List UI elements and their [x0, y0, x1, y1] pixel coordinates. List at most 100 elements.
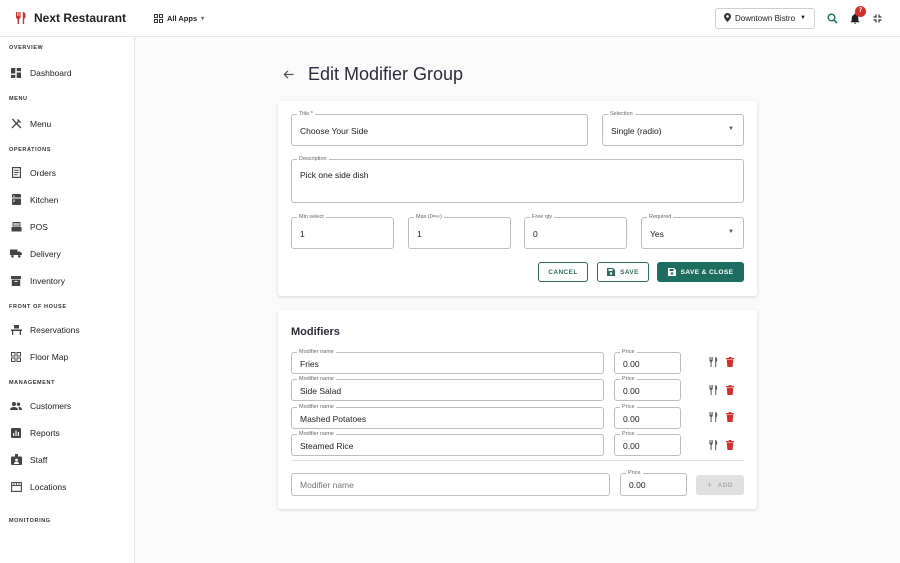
sidebar-item-floor-map[interactable]: Floor Map [0, 343, 134, 370]
modifier-price-field[interactable]: Price 0.00 [614, 376, 681, 401]
free-qty-field[interactable]: Free qty 0 [524, 214, 627, 249]
ingredients-icon[interactable] [709, 440, 718, 450]
sidebar-item-label: Locations [30, 481, 67, 492]
sidebar-item-orders[interactable]: Orders [0, 159, 134, 186]
ingredients-icon[interactable] [709, 412, 718, 422]
sidebar-item-label: Staff [30, 454, 48, 465]
sidebar-item-kitchen[interactable]: Kitchen [0, 186, 134, 213]
sidebar-item-menu[interactable]: Menu [0, 110, 134, 137]
sidebar-item-dashboard[interactable]: Dashboard [0, 59, 134, 86]
sidebar-item-locations[interactable]: Locations [0, 473, 134, 500]
cancel-button[interactable]: CANCEL [538, 262, 588, 282]
sidebar-item-label: Customers [30, 400, 72, 411]
all-apps-label: All Apps [167, 13, 198, 23]
page-header: Edit Modifier Group [283, 64, 463, 85]
app-name: Next Restaurant [34, 11, 127, 25]
modifier-name-field[interactable]: Modifier name Steamed Rice [291, 431, 604, 456]
all-apps-menu[interactable]: All Apps ▾ [154, 13, 205, 23]
modifier-name-field[interactable]: Modifier name Fries [291, 349, 604, 374]
modifier-price-field[interactable]: Price 0.00 [614, 404, 681, 429]
modifier-price-value: 0.00 [623, 414, 640, 424]
required-select[interactable]: Required Yes ▼ [641, 214, 744, 249]
section-title-overview: OVERVIEW [9, 45, 44, 51]
max-select-value: 1 [417, 229, 422, 239]
new-modifier-placeholder: Modifier name [300, 480, 354, 490]
modifier-name-value: Steamed Rice [300, 441, 354, 451]
dashboard-icon [10, 67, 22, 79]
ingredients-icon[interactable] [709, 357, 718, 367]
max-select-field[interactable]: Max (0=∞) 1 [408, 214, 511, 249]
apps-grid-icon [154, 13, 163, 23]
back-arrow-icon[interactable] [283, 68, 294, 82]
modifier-name-label: Modifier name [297, 349, 336, 356]
add-modifier-button[interactable]: + ADD [696, 475, 744, 495]
title-field-value: Choose Your Side [300, 126, 369, 136]
search-icon[interactable] [827, 13, 838, 24]
modifier-name-field[interactable]: Modifier name Mashed Potatoes [291, 404, 604, 429]
save-button-label: SAVE [620, 268, 639, 276]
caret-down-icon: ▼ [728, 229, 734, 235]
new-modifier-price-input[interactable]: Price 0.00 [620, 470, 687, 496]
collapse-icon[interactable] [873, 14, 882, 23]
modifier-price-value: 0.00 [623, 386, 640, 396]
plus-icon: + [707, 480, 713, 490]
sidebar-item-pos[interactable]: POS [0, 213, 134, 240]
notifications-button[interactable]: 7 [850, 5, 866, 24]
free-qty-value: 0 [533, 229, 538, 239]
selection-value: Single (radio) [611, 126, 662, 136]
sidebar-item-label: Menu [30, 118, 52, 129]
delete-icon[interactable] [726, 440, 734, 450]
save-and-close-label: SAVE & CLOSE [680, 268, 734, 276]
selection-label: Selection [608, 111, 635, 118]
required-label: Required [647, 214, 674, 221]
section-title-operations: OPERATIONS [9, 147, 51, 153]
modifier-price-field[interactable]: Price 0.00 [614, 349, 681, 374]
sidebar: OVERVIEW Dashboard MENU Menu OPERATIONS … [0, 37, 135, 563]
save-button[interactable]: SAVE [597, 262, 649, 282]
min-select-field[interactable]: Min select 1 [291, 214, 394, 249]
delete-icon[interactable] [726, 357, 734, 367]
add-button-label: ADD [717, 481, 733, 489]
modifier-name-label: Modifier name [297, 404, 336, 411]
modifier-price-label: Price [620, 349, 637, 356]
table-icon [10, 324, 22, 336]
sidebar-item-customers[interactable]: Customers [0, 392, 134, 419]
new-modifier-name-input[interactable]: Modifier name [291, 473, 610, 496]
sidebar-item-label: Orders [30, 167, 56, 178]
truck-icon [10, 248, 22, 260]
sidebar-item-staff[interactable]: Staff [0, 446, 134, 473]
chevron-down-icon: ▾ [201, 15, 205, 22]
sidebar-item-inventory[interactable]: Inventory [0, 267, 134, 294]
modifier-name-value: Mashed Potatoes [300, 414, 367, 424]
save-and-close-button[interactable]: SAVE & CLOSE [657, 262, 744, 282]
title-field-label: Title * [297, 111, 315, 118]
description-field[interactable]: Description Pick one side dish [291, 156, 744, 203]
page-title: Edit Modifier Group [308, 64, 464, 84]
fork-knife-icon [14, 11, 28, 25]
sidebar-item-label: POS [30, 221, 48, 232]
sidebar-item-delivery[interactable]: Delivery [0, 240, 134, 267]
delete-icon[interactable] [726, 385, 734, 395]
modifier-price-field[interactable]: Price 0.00 [614, 431, 681, 456]
modifier-name-field[interactable]: Modifier name Side Salad [291, 376, 604, 401]
description-value: Pick one side dish [300, 170, 369, 180]
modifier-name-label: Modifier name [297, 431, 336, 438]
save-icon [607, 268, 616, 276]
new-modifier-price-label: Price [626, 470, 643, 477]
sidebar-item-reports[interactable]: Reports [0, 419, 134, 446]
brand[interactable]: Next Restaurant [0, 11, 134, 25]
sidebar-item-reservations[interactable]: Reservations [0, 316, 134, 343]
selection-select[interactable]: Selection Single (radio) ▼ [602, 111, 744, 146]
sidebar-item-label: Floor Map [30, 351, 69, 362]
modifier-name-value: Side Salad [300, 386, 342, 396]
delete-icon[interactable] [726, 412, 734, 422]
sidebar-item-label: Delivery [30, 248, 61, 259]
cancel-button-label: CANCEL [548, 268, 578, 276]
modifier-price-label: Price [620, 376, 637, 383]
modifier-name-value: Fries [300, 359, 319, 369]
modifier-price-value: 0.00 [623, 359, 640, 369]
title-field[interactable]: Title * Choose Your Side [291, 111, 588, 146]
chart-icon [10, 427, 22, 439]
ingredients-icon[interactable] [709, 385, 718, 395]
location-selector[interactable]: Downtown Bistro ▼ [715, 7, 815, 29]
